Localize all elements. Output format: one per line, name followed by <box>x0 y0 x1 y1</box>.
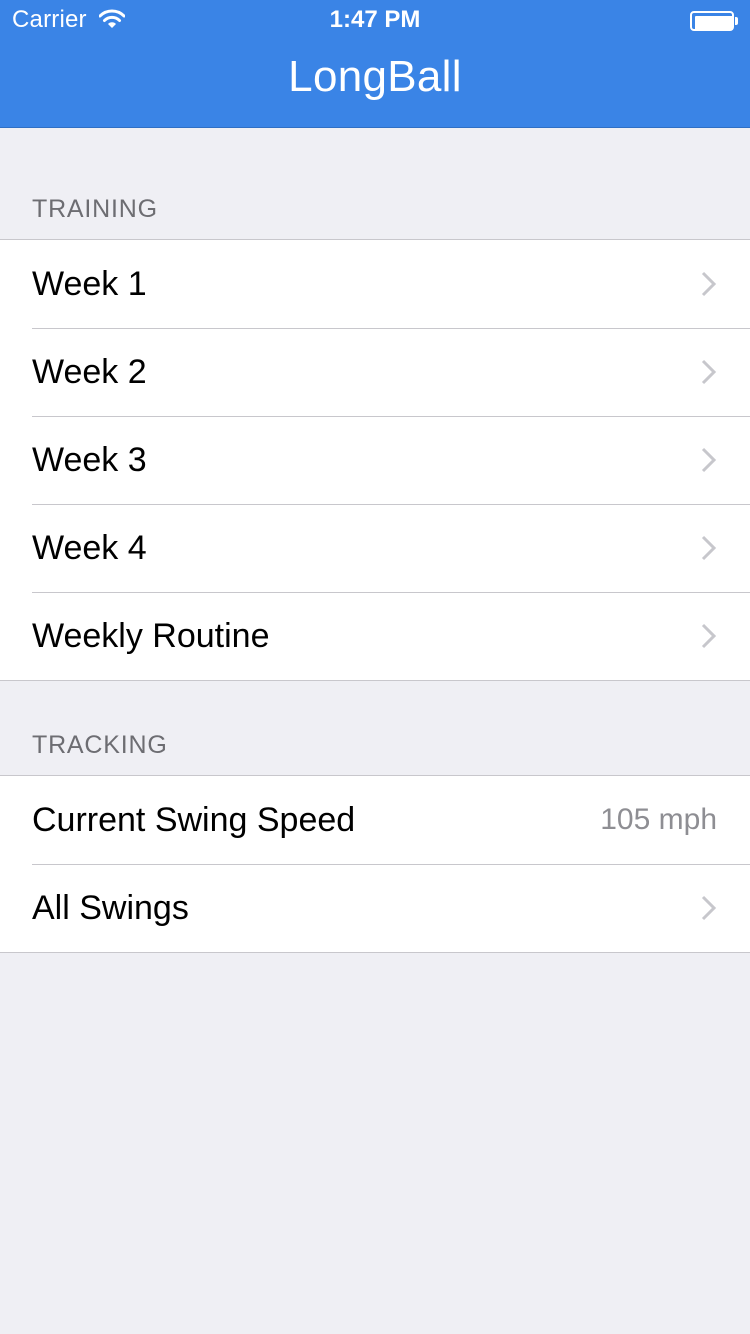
row-current-swing-speed[interactable]: Current Swing Speed 105 mph <box>0 776 750 864</box>
battery-icon <box>690 11 738 31</box>
chevron-right-icon <box>701 359 717 385</box>
row-week-1[interactable]: Week 1 <box>0 240 750 328</box>
section-header-tracking: TRACKING <box>32 731 168 759</box>
row-weekly-routine[interactable]: Weekly Routine <box>0 592 750 680</box>
tracking-group: Current Swing Speed 105 mph All Swings <box>0 775 750 953</box>
navigation-bar: Carrier 1:47 PM LongBall <box>0 0 750 128</box>
app-screen: Carrier 1:47 PM LongBall TRAINING Week 1… <box>0 0 750 1334</box>
status-time: 1:47 PM <box>329 6 421 33</box>
status-bar: Carrier 1:47 PM <box>0 0 750 40</box>
row-label: Week 2 <box>32 353 147 391</box>
training-group: Week 1 Week 2 Week 3 Week 4 Weekly Routi… <box>0 239 750 681</box>
row-week-2[interactable]: Week 2 <box>0 328 750 416</box>
row-label: All Swings <box>32 889 189 927</box>
swing-speed-value: 105 mph <box>600 803 717 836</box>
chevron-right-icon <box>701 623 717 649</box>
row-label: Weekly Routine <box>32 617 270 655</box>
chevron-right-icon <box>701 535 717 561</box>
row-all-swings[interactable]: All Swings <box>0 864 750 952</box>
row-label: Week 4 <box>32 529 147 567</box>
chevron-right-icon <box>701 447 717 473</box>
row-label: Week 3 <box>32 441 147 479</box>
chevron-right-icon <box>701 271 717 297</box>
section-header-training: TRAINING <box>32 195 158 223</box>
row-week-3[interactable]: Week 3 <box>0 416 750 504</box>
nav-title: LongBall <box>288 52 462 101</box>
chevron-right-icon <box>701 895 717 921</box>
row-label: Current Swing Speed <box>32 801 356 839</box>
row-week-4[interactable]: Week 4 <box>0 504 750 592</box>
row-label: Week 1 <box>32 265 147 303</box>
